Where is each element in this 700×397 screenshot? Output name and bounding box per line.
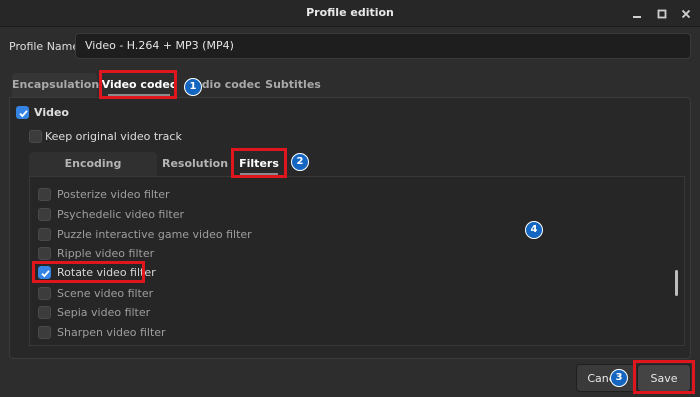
tab-subtitles[interactable]: Subtitles — [262, 73, 324, 97]
check-icon — [19, 110, 28, 118]
callout-4: 4 — [525, 221, 543, 239]
tab-encoding-parameters[interactable]: Encoding parameters — [29, 152, 157, 194]
filter-label-scene: Scene video filter — [57, 287, 154, 300]
profile-name-label: Profile Name — [9, 40, 80, 53]
filter-checkbox-posterize[interactable] — [38, 188, 51, 201]
filter-checkbox-scene[interactable] — [38, 287, 51, 300]
filter-label-puzzle: Puzzle interactive game video filter — [57, 228, 252, 241]
callout-1: 1 — [184, 78, 202, 96]
minimize-icon[interactable] — [630, 7, 644, 21]
filter-checkbox-ripple[interactable] — [38, 247, 51, 260]
highlight-rotate-filter — [32, 261, 145, 283]
filter-checkbox-sepia[interactable] — [38, 306, 51, 319]
filter-checkbox-puzzle[interactable] — [38, 228, 51, 241]
filter-label-ripple: Ripple video filter — [57, 247, 155, 260]
video-checkbox[interactable] — [16, 106, 29, 119]
highlight-save-button — [633, 360, 695, 394]
callout-3: 3 — [610, 369, 628, 387]
keep-original-label: Keep original video track — [45, 130, 182, 143]
close-icon[interactable] — [679, 7, 693, 21]
profile-name-input[interactable]: Video - H.264 + MP3 (MP4) — [75, 33, 691, 59]
filter-label-sharpen: Sharpen video filter — [57, 326, 166, 339]
filter-checkbox-psychedelic[interactable] — [38, 208, 51, 221]
callout-2: 2 — [291, 153, 309, 171]
title-bar: Profile edition — [0, 0, 700, 27]
tab-resolution[interactable]: Resolution — [160, 152, 230, 176]
filter-checkbox-sharpen[interactable] — [38, 326, 51, 339]
video-checkbox-label: Video — [34, 106, 69, 119]
filter-label-posterize: Posterize video filter — [57, 188, 170, 201]
tab-encapsulation[interactable]: Encapsulation — [12, 73, 99, 97]
filters-scrollbar-thumb[interactable] — [675, 270, 678, 296]
highlight-video-codec-tab — [99, 70, 177, 99]
maximize-icon[interactable] — [655, 7, 669, 21]
window-title: Profile edition — [306, 6, 394, 19]
filter-label-psychedelic: Psychedelic video filter — [57, 208, 185, 221]
filter-label-sepia: Sepia video filter — [57, 306, 151, 319]
highlight-filters-tab — [231, 148, 287, 178]
keep-original-checkbox[interactable] — [29, 130, 42, 143]
